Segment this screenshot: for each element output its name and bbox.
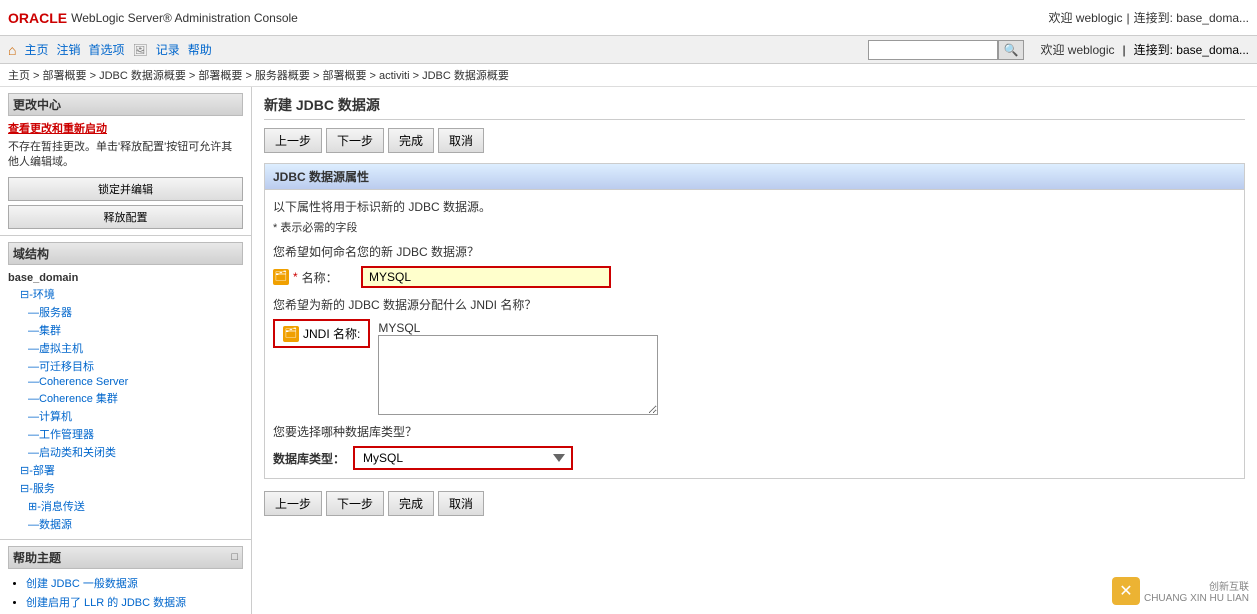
jndi-field-row: 🗂 JNDI 名称: MYSQL	[273, 319, 1236, 415]
separator: |	[1126, 11, 1129, 25]
help-collapse-icon[interactable]: □	[231, 551, 238, 563]
section-desc: 以下属性将用于标识新的 JDBC 数据源。	[273, 198, 1236, 215]
cancel-button-top[interactable]: 取消	[438, 128, 484, 153]
name-label-text: 名称：	[302, 269, 338, 286]
jndi-value-container: MYSQL	[378, 319, 658, 415]
name-field-row: 🗂 * 名称：	[273, 266, 1236, 288]
tree-clusters[interactable]: —集群	[8, 321, 243, 339]
cancel-button-bottom[interactable]: 取消	[438, 491, 484, 516]
lock-edit-button[interactable]: 锁定并编辑	[8, 177, 243, 201]
finish-button-bottom[interactable]: 完成	[388, 491, 434, 516]
tree-datasources[interactable]: —数据源	[8, 515, 243, 533]
tree-work-managers[interactable]: —工作管理器	[8, 425, 243, 443]
nav-help[interactable]: 帮助	[188, 41, 212, 58]
change-center-desc: 不存在暂挂更改。单击'释放配置'按钮可允许其他人编辑域。	[8, 140, 243, 171]
oracle-text: ORACLE	[8, 10, 67, 26]
jndi-current-value: MYSQL	[378, 321, 658, 335]
tree-migratable[interactable]: —可迁移目标	[8, 357, 243, 375]
search-box: 🔍	[868, 40, 1025, 60]
domain-structure: 域结构 base_domain ⊟-环境 —服务器 —集群 —虚拟主机 —可迁移…	[0, 236, 251, 540]
tree-machines[interactable]: —计算机	[8, 407, 243, 425]
nav-separator: |	[1122, 43, 1125, 57]
nav-record[interactable]: 记录	[156, 41, 180, 58]
help-link-1[interactable]: 创建 JDBC 一般数据源	[26, 578, 138, 590]
tree-coherence-cluster[interactable]: —Coherence 集群	[8, 389, 243, 407]
watermark-text: 创新互联 CHUANG XIN HU LIAN	[1144, 578, 1249, 604]
db-type-select[interactable]: MySQL Oracle SQL Server DB2 Sybase Derby…	[353, 446, 573, 470]
required-note: * 表示必需的字段	[273, 219, 1236, 235]
question-name: 您希望如何命名您的新 JDBC 数据源？	[273, 243, 1236, 260]
required-star: *	[293, 270, 298, 284]
tree-domain[interactable]: base_domain	[8, 271, 243, 285]
help-list: 创建 JDBC 一般数据源 创建启用了 LLR 的 JDBC 数据源	[8, 575, 243, 610]
change-center-title: 更改中心	[8, 93, 243, 116]
jndi-label-text: JNDI 名称:	[303, 325, 360, 342]
content-area: 新建 JDBC 数据源 上一步 下一步 完成 取消 JDBC 数据源属性 以下属…	[252, 87, 1257, 614]
search-button[interactable]: 🔍	[998, 40, 1025, 60]
name-icon: 🗂	[273, 269, 289, 285]
header-right: 欢迎 weblogic | 连接到: base_doma...	[1048, 9, 1249, 26]
finish-button-top[interactable]: 完成	[388, 128, 434, 153]
tree-virtual-hosts[interactable]: —虚拟主机	[8, 339, 243, 357]
section-header: JDBC 数据源属性	[265, 164, 1244, 190]
tree-deployments[interactable]: ⊟-部署	[8, 461, 243, 479]
nav-welcome: 欢迎 weblogic	[1040, 41, 1114, 58]
db-type-row: 数据库类型： MySQL Oracle SQL Server DB2 Sybas…	[273, 446, 1236, 470]
tree-servers[interactable]: —服务器	[8, 303, 243, 321]
tree-services[interactable]: ⊟-服务	[8, 479, 243, 497]
weblogic-title: WebLogic Server® Administration Console	[71, 11, 298, 25]
home-icon: ⌂	[8, 42, 16, 58]
breadcrumb: 主页 > 部署概要 > JDBC 数据源概要 > 部署概要 > 服务器概要 > …	[0, 64, 1257, 87]
nav-logout[interactable]: 注销	[56, 41, 80, 58]
wizard-buttons-bottom: 上一步 下一步 完成 取消	[264, 491, 1245, 516]
watermark-icon: ✕	[1112, 577, 1140, 605]
watermark: ✕ 创新互联 CHUANG XIN HU LIAN	[1112, 577, 1249, 605]
picture-icon: 🖼	[133, 43, 148, 57]
name-label: 🗂 * 名称：	[273, 269, 353, 286]
watermark-line2: CHUANG XIN HU LIAN	[1144, 593, 1249, 604]
question-jndi: 您希望为新的 JDBC 数据源分配什么 JNDI 名称？	[273, 296, 1236, 313]
question-db-type: 您要选择哪种数据库类型？	[273, 423, 1236, 440]
connected-text: 连接到: base_doma...	[1134, 9, 1249, 26]
tree-env[interactable]: ⊟-环境	[8, 285, 243, 303]
db-type-label: 数据库类型：	[273, 450, 345, 467]
wizard-buttons-top: 上一步 下一步 完成 取消	[264, 128, 1245, 153]
domain-structure-title: 域结构	[8, 242, 243, 265]
watermark-line1: 创新互联	[1144, 578, 1249, 593]
header: ORACLE WebLogic Server® Administration C…	[0, 0, 1257, 36]
page-title: 新建 JDBC 数据源	[264, 95, 1245, 120]
jndi-icon: 🗂	[283, 326, 299, 342]
tree-messaging[interactable]: ⊞-消息传送	[8, 497, 243, 515]
nav-toolbar: ⌂ 主页 注销 首选项 🖼 记录 帮助 🔍 欢迎 weblogic | 连接到:…	[0, 36, 1257, 64]
tree-startup-classes[interactable]: —启动类和关闭类	[8, 443, 243, 461]
breadcrumb-text: 主页 > 部署概要 > JDBC 数据源概要 > 部署概要 > 服务器概要 > …	[8, 70, 509, 82]
nav-connected: 连接到: base_doma...	[1134, 41, 1249, 58]
help-link-2[interactable]: 创建启用了 LLR 的 JDBC 数据源	[26, 597, 186, 609]
jdbc-properties-section: JDBC 数据源属性 以下属性将用于标识新的 JDBC 数据源。 * 表示必需的…	[264, 163, 1245, 479]
help-title: 帮助主题 □	[8, 546, 243, 569]
search-input[interactable]	[868, 40, 998, 60]
jndi-textarea[interactable]	[378, 335, 658, 415]
nav-home[interactable]: 主页	[24, 41, 48, 58]
release-config-button[interactable]: 释放配置	[8, 205, 243, 229]
help-item-2: 创建启用了 LLR 的 JDBC 数据源	[26, 594, 243, 610]
sidebar: 更改中心 查看更改和重新启动 不存在暂挂更改。单击'释放配置'按钮可允许其他人编…	[0, 87, 252, 614]
back-button-bottom[interactable]: 上一步	[264, 491, 322, 516]
nav-preferences[interactable]: 首选项	[89, 41, 125, 58]
help-item-1: 创建 JDBC 一般数据源	[26, 575, 243, 591]
next-button-bottom[interactable]: 下一步	[326, 491, 384, 516]
back-button-top[interactable]: 上一步	[264, 128, 322, 153]
view-changes-link[interactable]: 查看更改和重新启动	[8, 120, 243, 136]
name-input[interactable]	[361, 266, 611, 288]
next-button-top[interactable]: 下一步	[326, 128, 384, 153]
main-layout: 更改中心 查看更改和重新启动 不存在暂挂更改。单击'释放配置'按钮可允许其他人编…	[0, 87, 1257, 614]
change-center: 更改中心 查看更改和重新启动 不存在暂挂更改。单击'释放配置'按钮可允许其他人编…	[0, 87, 251, 236]
tree-coherence-server[interactable]: —Coherence Server	[8, 375, 243, 389]
help-section: 帮助主题 □ 创建 JDBC 一般数据源 创建启用了 LLR 的 JDBC 数据…	[0, 540, 251, 614]
welcome-text: 欢迎 weblogic	[1048, 9, 1122, 26]
oracle-logo: ORACLE WebLogic Server® Administration C…	[8, 10, 298, 26]
section-content: 以下属性将用于标识新的 JDBC 数据源。 * 表示必需的字段 您希望如何命名您…	[265, 190, 1244, 478]
jndi-label-box: 🗂 JNDI 名称:	[273, 319, 370, 348]
